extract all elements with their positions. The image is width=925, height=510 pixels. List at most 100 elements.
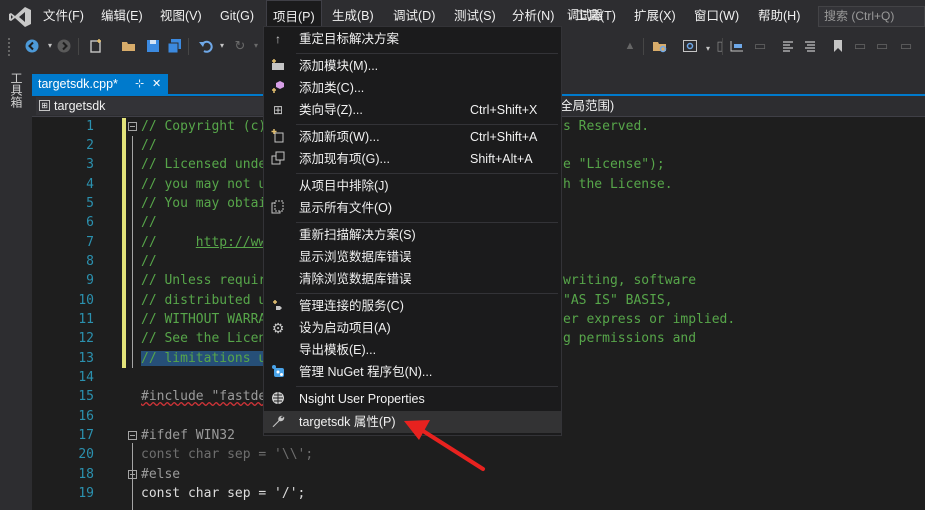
code-line: // limitations u [141,351,267,366]
menu-item-label: 从项目中排除(J) [299,179,389,193]
menu-item-rescan-solution[interactable]: 重新扫描解决方案(S) [264,224,561,246]
save-all-icon[interactable] [167,38,183,54]
menu-item-exclude-from-project[interactable]: 从项目中排除(J) [264,175,561,197]
menu-item-label: 显示浏览数据库错误 [299,250,412,264]
step-over-icon[interactable]: ▭ [752,38,768,54]
back-icon[interactable] [24,38,40,54]
code-line: // [141,138,157,153]
menu-item-label: 添加新项(W)... [299,130,380,144]
menu-item-label: 设为启动项目(A) [299,321,391,335]
debugger-label[interactable]: 调试器 [567,6,603,23]
uncomment-icon[interactable] [802,38,818,54]
menu-item-label: 管理连接的服务(C) [299,299,404,313]
menu-item-set-as-startup-project[interactable]: ⚙ 设为启动项目(A) [264,317,561,339]
fire-icon[interactable]: ▲ [622,38,638,54]
line-number: 9 [86,273,94,288]
toolbar-separator [643,38,644,55]
menu-item-manage-nuget-packages[interactable]: 管理 NuGet 程序包(N)... [264,361,561,383]
menu-item-label: 添加类(C)... [299,81,365,95]
menu-item-clear-browse-db-errors[interactable]: 清除浏览数据库错误 [264,268,561,290]
fold-toggle-icon[interactable] [128,470,137,479]
close-icon[interactable]: ✕ [152,74,161,94]
menu-item-export-template[interactable]: 导出模板(E)... [264,339,561,361]
line-number: 5 [86,196,94,211]
fold-toggle-icon[interactable] [128,122,137,131]
code-line: // WITHOUT WARRA [141,312,267,327]
line-number: 13 [78,351,94,366]
toolbar-grip-icon[interactable] [8,38,14,56]
member-scope-dropdown[interactable]: 全局范围) [560,97,614,115]
bookmark-prev-icon[interactable]: ▭ [852,38,868,54]
code-line-tail: s Reserved. [563,119,650,134]
search-input[interactable]: 搜索 (Ctrl+Q) [818,6,925,27]
code-line-tail: h the License. [563,177,673,192]
code-line: #ifdef WIN32 [141,428,235,443]
menu-item-label: targetsdk 属性(P) [299,415,396,429]
code-line: #include "fastde [141,389,267,404]
menu-item-add-class[interactable]: 添加类(C)... [264,77,561,99]
save-icon[interactable] [145,38,161,54]
menu-item-label: 显示所有文件(O) [299,201,393,215]
add-class-icon [270,80,286,96]
menu-item-shortcut: Ctrl+Shift+X [470,103,538,117]
code-line-tail: writing, software [563,273,697,288]
code-line: const char sep = '\\'; [141,447,314,462]
license-url-link[interactable]: http://ww [196,235,266,250]
menu-item-label: 添加现有项(G)... [299,152,390,166]
side-tool-strip [0,60,32,510]
project-scope-dropdown[interactable]: ⊞ targetsdk [36,97,268,115]
menu-item-label: 导出模板(E)... [299,343,377,357]
open-icon[interactable] [121,38,137,54]
dropdown-arrow-icon[interactable]: ▾ [214,38,230,54]
code-line: // Unless requir [141,273,267,288]
menu-extensions[interactable]: 扩展(X) [628,0,682,33]
menu-item-retarget-solution[interactable]: ↑ 重定目标解决方案 [264,28,561,50]
bookmark-icon[interactable] [830,38,846,54]
menu-edit[interactable]: 编辑(E) [95,0,149,33]
tab-title: targetsdk.cpp* [38,77,118,91]
menu-item-add-existing-item[interactable]: 添加现有项(G)... Shift+Alt+A [264,148,561,170]
dropdown-arrow-icon[interactable]: ▾ [248,38,264,54]
new-project-icon[interactable] [88,38,104,54]
menu-item-class-wizard[interactable]: ⊞ 类向导(Z)... Ctrl+Shift+X [264,99,561,121]
menu-item-label: 重新扫描解决方案(S) [299,228,416,242]
line-number: 6 [86,215,94,230]
line-number: 8 [86,254,94,269]
menu-help[interactable]: 帮助(H) [752,0,806,33]
clear-bookmarks-icon[interactable]: ▭ [898,38,914,54]
line-number: 15 [78,389,94,404]
menu-separator [296,293,558,294]
window-layout-icon[interactable] [682,38,698,54]
menu-item-manage-connected-services[interactable]: 管理连接的服务(C) [264,295,561,317]
menu-view[interactable]: 视图(V) [154,0,208,33]
visual-studio-logo-icon[interactable] [8,6,32,28]
add-new-item-icon [270,129,286,145]
menu-separator [296,53,558,54]
folder-search-icon[interactable] [652,38,668,54]
step-into-icon[interactable] [729,38,745,54]
menu-item-add-module[interactable]: 添加模块(M)... [264,55,561,77]
menu-window[interactable]: 窗口(W) [688,0,745,33]
menu-item-add-new-item[interactable]: 添加新项(W)... Ctrl+Shift+A [264,126,561,148]
undo-icon[interactable] [198,38,214,54]
tab-targetsdk-cpp[interactable]: targetsdk.cpp* ⊹ ✕ [32,74,168,94]
menu-item-nsight-user-properties[interactable]: Nsight User Properties [264,388,561,410]
toggle-icon[interactable]: ▯ [712,38,728,54]
code-line: // You may obtai [141,196,267,211]
bookmark-next-icon[interactable]: ▭ [874,38,890,54]
fold-guide-line [132,136,133,368]
menu-item-show-all-files[interactable]: 显示所有文件(O) [264,197,561,219]
pin-icon[interactable]: ⊹ [135,74,144,94]
add-existing-item-icon [270,151,286,167]
menu-file[interactable]: 文件(F) [37,0,90,33]
menu-git[interactable]: Git(G) [214,0,260,33]
forward-icon[interactable] [56,38,72,54]
line-number: 11 [78,312,94,327]
menu-separator [296,386,558,387]
menu-item-shortcut: Ctrl+Shift+A [470,130,538,144]
fold-toggle-icon[interactable] [128,431,137,440]
menu-item-show-browse-db-errors[interactable]: 显示浏览数据库错误 [264,246,561,268]
comment-icon[interactable] [780,38,796,54]
redo-icon[interactable]: ↻ [232,38,248,54]
toolbox-tab[interactable]: 工具箱 [9,72,23,108]
